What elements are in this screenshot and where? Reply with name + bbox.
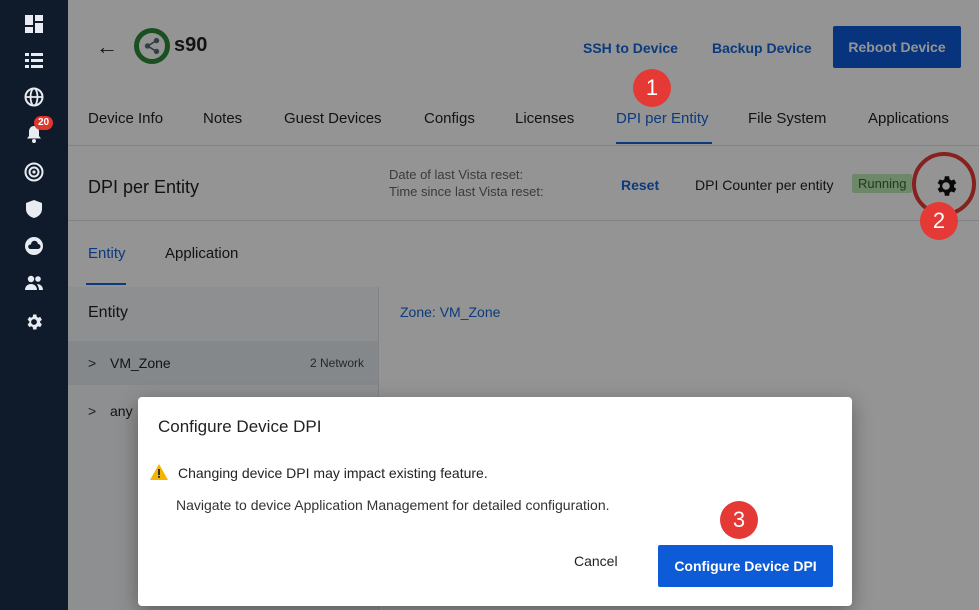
users-icon[interactable] (22, 271, 46, 295)
radar-icon[interactable] (22, 160, 46, 184)
dashboard-icon[interactable] (22, 12, 46, 36)
settings-icon[interactable] (22, 310, 46, 334)
warning-icon (150, 464, 168, 480)
dialog-title: Configure Device DPI (158, 417, 322, 436)
step-marker-1: 1 (633, 69, 671, 107)
navigate-hint-text: Navigate to device Application Managemen… (176, 497, 610, 513)
list-icon[interactable] (22, 48, 46, 72)
step-marker-2: 2 (920, 202, 958, 240)
left-nav-rail: 20 (0, 0, 68, 610)
step-marker-3: 3 (720, 501, 758, 539)
bell-icon[interactable]: 20 (22, 116, 54, 146)
configure-device-dpi-button[interactable]: Configure Device DPI (658, 545, 833, 587)
shield-icon[interactable] (22, 197, 46, 221)
globe-icon[interactable] (22, 85, 46, 109)
cloud-icon[interactable] (22, 234, 46, 258)
warning-text: Changing device DPI may impact existing … (178, 465, 488, 481)
notification-badge: 20 (34, 116, 54, 130)
cancel-button[interactable]: Cancel (574, 553, 618, 569)
